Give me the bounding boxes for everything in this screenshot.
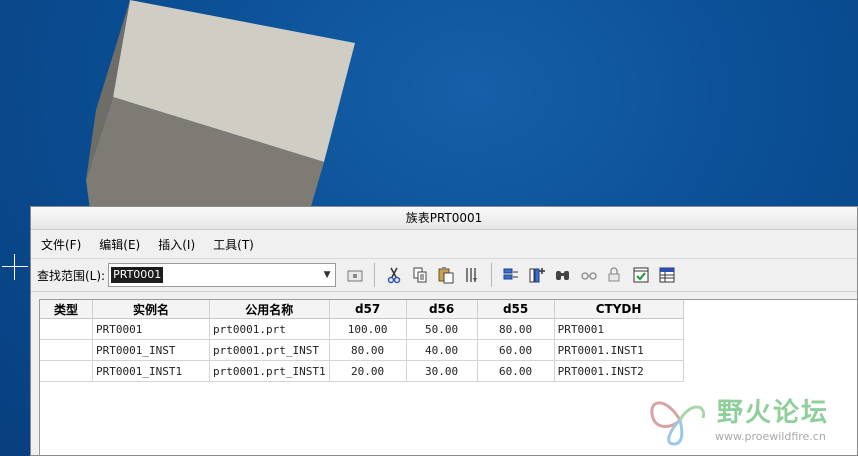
watermark-url: www.proewildfire.cn (715, 430, 826, 443)
add-column-icon (529, 268, 546, 283)
column-header-generic[interactable]: 公用名称 (209, 300, 330, 319)
preview-icon (581, 272, 597, 280)
watermark-title: 野火论坛 (717, 398, 830, 428)
cell-type[interactable] (40, 318, 93, 340)
check-icon (633, 267, 649, 283)
column-header-d56[interactable]: d56 (406, 300, 478, 319)
lock-icon (608, 267, 620, 282)
cell-d56[interactable]: 30.00 (406, 360, 478, 382)
cell-type[interactable] (40, 339, 93, 361)
cell-d57[interactable]: 80.00 (329, 339, 407, 361)
cell-ctydh[interactable]: PRT0001 (554, 318, 684, 340)
column-header-instance[interactable]: 实例名 (92, 300, 210, 319)
cell-ctydh[interactable]: PRT0001.INST1 (554, 339, 684, 361)
open-folder-icon (347, 270, 363, 282)
cell-generic[interactable]: prt0001.prt (209, 318, 330, 340)
sort-icon (466, 268, 478, 282)
open-folder-button[interactable] (344, 264, 366, 286)
cut-icon (387, 267, 401, 284)
sort-button[interactable] (461, 264, 483, 286)
menu-file[interactable]: 文件(F) (41, 236, 81, 253)
column-header-d55[interactable]: d55 (477, 300, 555, 319)
column-header-ctydh[interactable]: CTYDH (554, 300, 684, 319)
preview-button[interactable] (578, 264, 600, 286)
toolbar-separator (374, 263, 376, 287)
cell-instance[interactable]: PRT0001_INST1 (92, 360, 210, 382)
table-row[interactable]: PRT0001_INST1 prt0001.prt_INST1 20.00 30… (40, 360, 684, 382)
cell-instance[interactable]: PRT0001 (92, 318, 210, 340)
table-row[interactable]: PRT0001 prt0001.prt 100.00 50.00 80.00 P… (40, 318, 684, 340)
column-header-d57[interactable]: d57 (329, 300, 407, 319)
instance-table: 类型 实例名 公用名称 d57 d56 d55 CTYDH PRT0001 pr… (40, 300, 684, 382)
copy-button[interactable] (409, 264, 431, 286)
paste-button[interactable] (435, 264, 457, 286)
cell-ctydh[interactable]: PRT0001.INST2 (554, 360, 684, 382)
find-icon (556, 271, 570, 280)
add-column-button[interactable] (526, 264, 548, 286)
toolbar-separator (491, 263, 493, 287)
cell-d56[interactable]: 50.00 (406, 318, 478, 340)
table-icon (659, 267, 675, 283)
lookup-label: 查找范围(L): (37, 268, 106, 283)
table-row[interactable]: PRT0001_INST prt0001.prt_INST 80.00 40.0… (40, 339, 684, 361)
cell-d55[interactable]: 60.00 (477, 360, 555, 382)
menu-insert[interactable]: 插入(I) (158, 236, 195, 253)
cell-generic[interactable]: prt0001.prt_INST (209, 339, 330, 361)
cell-instance[interactable]: PRT0001_INST (92, 339, 210, 361)
model-viewport[interactable] (0, 0, 858, 210)
butterfly-logo-icon (650, 401, 706, 446)
crosshair-cursor (2, 254, 28, 280)
menu-tools[interactable]: 工具(T) (213, 236, 254, 253)
cut-button[interactable] (383, 264, 405, 286)
cube-model[interactable] (0, 0, 858, 210)
cell-d55[interactable]: 80.00 (477, 318, 555, 340)
verify-button[interactable] (500, 264, 522, 286)
copy-icon (413, 267, 427, 283)
cell-d55[interactable]: 60.00 (477, 339, 555, 361)
menu-edit[interactable]: 编辑(E) (99, 236, 140, 253)
column-header-type[interactable]: 类型 (40, 300, 93, 319)
cell-generic[interactable]: prt0001.prt_INST1 (209, 360, 330, 382)
table-button[interactable] (656, 264, 678, 286)
cell-type[interactable] (40, 360, 93, 382)
find-button[interactable] (552, 264, 574, 286)
lock-button[interactable] (604, 264, 626, 286)
lookup-combo[interactable]: PRT0001 ▼ (108, 263, 337, 287)
cell-d57[interactable]: 100.00 (329, 318, 407, 340)
check-button[interactable] (630, 264, 652, 286)
chevron-down-icon[interactable]: ▼ (319, 264, 335, 286)
toolbar: 查找范围(L): PRT0001 ▼ (31, 258, 857, 292)
dialog-title: 族表PRT0001 (31, 207, 857, 230)
paste-icon (438, 267, 454, 284)
lookup-value: PRT0001 (111, 267, 164, 283)
cell-d56[interactable]: 40.00 (406, 339, 478, 361)
watermark: 野火论坛 www.proewildfire.cn (645, 388, 858, 456)
menu-bar: 文件(F) 编辑(E) 插入(I) 工具(T) (31, 230, 857, 258)
verify-icon (503, 268, 519, 280)
cell-d57[interactable]: 20.00 (329, 360, 407, 382)
table-header-row: 类型 实例名 公用名称 d57 d56 d55 CTYDH (40, 300, 684, 319)
